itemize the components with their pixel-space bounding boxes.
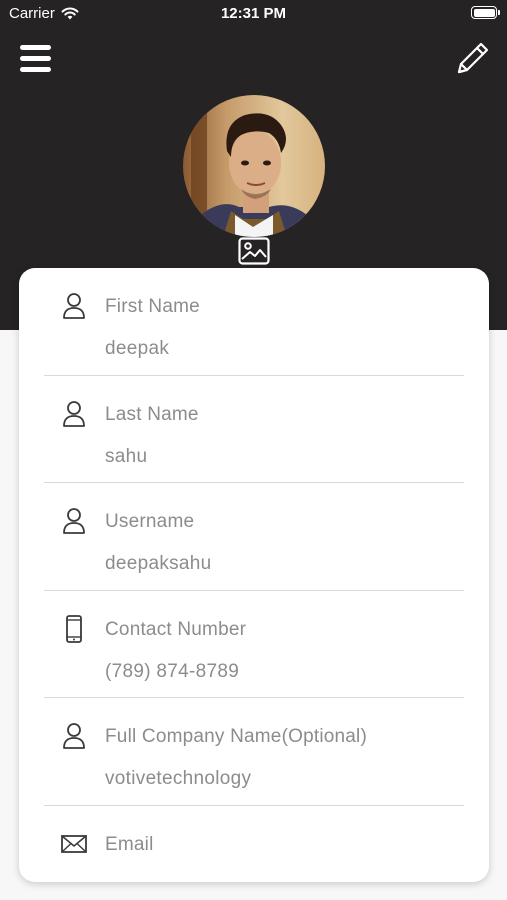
user-icon (63, 293, 85, 319)
last-name-field[interactable]: Last Name sahu (44, 376, 464, 483)
company-name-field[interactable]: Full Company Name(Optional) votivetechno… (44, 698, 464, 806)
email-field[interactable]: Email (44, 806, 464, 883)
username-field[interactable]: Username deepaksahu (44, 483, 464, 591)
first-name-value: deepak (105, 338, 170, 359)
user-icon (63, 400, 85, 427)
contact-number-value: (789) 874-8789 (105, 660, 240, 682)
image-icon[interactable] (238, 237, 270, 265)
email-label: Email (105, 833, 154, 855)
battery-icon (471, 6, 500, 19)
profile-photo[interactable] (183, 95, 325, 237)
contact-number-field[interactable]: Contact Number (789) 874-8789 (44, 591, 464, 698)
avatar-illustration (183, 95, 325, 237)
contact-number-label: Contact Number (105, 618, 247, 640)
company-name-label: Full Company Name(Optional) (105, 726, 367, 747)
company-name-value: votivetechnology (105, 768, 252, 789)
first-name-label: First Name (105, 296, 200, 317)
last-name-label: Last Name (105, 403, 199, 425)
profile-card: First Name deepak Last Name sahu Usernam… (19, 268, 489, 882)
last-name-value: sahu (105, 445, 148, 467)
username-label: Username (105, 511, 195, 532)
pencil-icon[interactable] (451, 38, 493, 80)
user-icon (63, 508, 85, 534)
first-name-field[interactable]: First Name deepak (44, 268, 464, 376)
mail-icon (61, 834, 87, 853)
username-value: deepaksahu (105, 553, 212, 574)
status-bar: Carrier 12:31 PM (0, 0, 507, 28)
phone-icon (66, 614, 82, 643)
user-icon (63, 723, 85, 749)
hamburger-menu-icon[interactable] (20, 45, 51, 73)
status-time: 12:31 PM (220, 5, 287, 22)
